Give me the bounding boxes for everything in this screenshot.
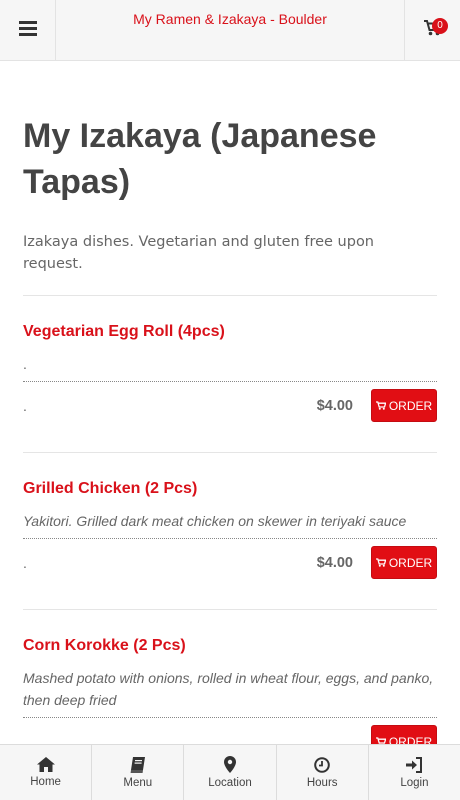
home-icon bbox=[36, 757, 55, 772]
nav-location[interactable]: Location bbox=[184, 745, 277, 800]
page-title: My Izakaya (Japanese Tapas) bbox=[23, 117, 377, 201]
clock-icon bbox=[314, 756, 331, 773]
item-size-label: . bbox=[23, 555, 27, 571]
menu-content: My Izakaya (Japanese Tapas) Izakaya dish… bbox=[0, 61, 460, 744]
nav-hours[interactable]: Hours bbox=[277, 745, 369, 800]
item-name[interactable]: Corn Korokke (2 Pcs) bbox=[23, 635, 437, 657]
order-button[interactable]: ORDER bbox=[371, 725, 437, 744]
item-description: . bbox=[23, 353, 437, 382]
book-icon bbox=[130, 756, 146, 773]
order-button[interactable]: ORDER bbox=[371, 389, 437, 422]
menu-item: Vegetarian Egg Roll (4pcs) . . $4.00 ORD… bbox=[23, 296, 437, 453]
nav-menu[interactable]: Menu bbox=[92, 745, 185, 800]
item-price-row: . $4.00 ORDER bbox=[23, 545, 437, 587]
item-price: $4.00 bbox=[316, 398, 353, 414]
item-description: Mashed potato with onions, rolled in whe… bbox=[23, 667, 437, 718]
bottom-nav: Home Menu Location Hours Login bbox=[0, 744, 460, 800]
top-header: My Ramen & Izakaya - Boulder 0 bbox=[0, 0, 460, 61]
menu-item: Grilled Chicken (2 Pcs) Yakitori. Grille… bbox=[23, 453, 437, 610]
item-price: $4.00 bbox=[316, 555, 353, 571]
item-name[interactable]: Vegetarian Egg Roll (4pcs) bbox=[23, 321, 437, 343]
hamburger-icon bbox=[18, 20, 37, 40]
item-size-label: . bbox=[23, 734, 27, 744]
item-description: Yakitori. Grilled dark meat chicken on s… bbox=[23, 510, 437, 539]
order-button[interactable]: ORDER bbox=[371, 546, 437, 579]
menu-toggle-button[interactable] bbox=[0, 0, 56, 60]
cart-count-badge: 0 bbox=[432, 18, 448, 34]
cart-icon bbox=[375, 735, 387, 744]
nav-login[interactable]: Login bbox=[369, 745, 460, 800]
item-name[interactable]: Grilled Chicken (2 Pcs) bbox=[23, 478, 437, 500]
cart-button[interactable]: 0 bbox=[404, 0, 460, 60]
nav-location-label: Location bbox=[208, 777, 252, 789]
order-button-label: ORDER bbox=[388, 555, 433, 570]
menu-item: Corn Korokke (2 Pcs) Mashed potato with … bbox=[23, 610, 437, 744]
nav-hours-label: Hours bbox=[306, 776, 338, 789]
item-price-row: . ORDER bbox=[23, 724, 437, 744]
sign-in-icon bbox=[405, 756, 423, 773]
nav-home-label: Home bbox=[30, 776, 61, 788]
item-size-label: . bbox=[23, 398, 27, 414]
cart-icon bbox=[375, 556, 387, 570]
site-title[interactable]: My Ramen & Izakaya - Boulder bbox=[56, 11, 404, 27]
nav-login-label: Login bbox=[400, 776, 429, 789]
nav-home[interactable]: Home bbox=[0, 745, 93, 800]
item-price-row: . $4.00 ORDER bbox=[23, 388, 437, 430]
order-button-label: ORDER bbox=[388, 734, 433, 745]
map-marker-icon bbox=[224, 756, 236, 773]
cart-icon bbox=[375, 399, 387, 413]
order-button-label: ORDER bbox=[388, 398, 433, 413]
nav-menu-label: Menu bbox=[123, 776, 153, 789]
page-description: Izakaya dishes. Vegetarian and gluten fr… bbox=[23, 231, 437, 296]
